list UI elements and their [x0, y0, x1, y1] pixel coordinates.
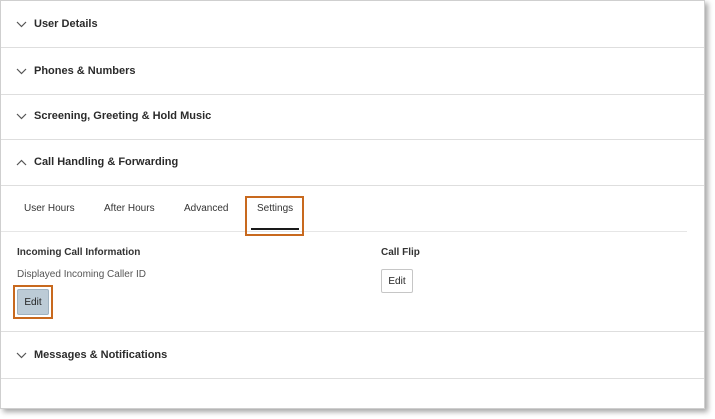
section-title: Call Handling & Forwarding — [34, 156, 179, 168]
chevron-down-icon — [15, 349, 27, 361]
section-title: User Details — [34, 18, 98, 30]
section-user-details[interactable]: User Details — [1, 1, 704, 48]
button-highlight-box — [13, 285, 53, 319]
section-messages-notifications[interactable]: Messages & Notifications — [1, 331, 704, 379]
tab-advanced[interactable]: Advanced — [184, 186, 228, 231]
section-title: Phones & Numbers — [34, 65, 136, 77]
chevron-up-icon — [15, 156, 27, 168]
caller-id-label: Displayed Incoming Caller ID — [17, 269, 146, 280]
tab-after-hours[interactable]: After Hours — [104, 186, 155, 231]
chevron-down-icon — [15, 110, 27, 122]
chevron-down-icon — [15, 65, 27, 77]
tab-highlight-box — [245, 196, 304, 236]
section-phones-numbers[interactable]: Phones & Numbers — [1, 48, 704, 95]
settings-panel: User Details Phones & Numbers Screening,… — [0, 0, 705, 409]
call-flip-edit-button[interactable]: Edit — [381, 269, 413, 293]
tab-bar: User Hours After Hours Advanced Settings — [1, 186, 687, 232]
tab-user-hours[interactable]: User Hours — [24, 186, 75, 231]
call-flip-heading: Call Flip — [381, 247, 420, 258]
section-screening-greeting[interactable]: Screening, Greeting & Hold Music — [1, 93, 704, 140]
chevron-down-icon — [15, 18, 27, 30]
section-title: Screening, Greeting & Hold Music — [34, 110, 212, 122]
section-title: Messages & Notifications — [34, 349, 168, 361]
incoming-call-heading: Incoming Call Information — [17, 247, 141, 258]
section-call-handling[interactable]: Call Handling & Forwarding — [1, 139, 704, 186]
